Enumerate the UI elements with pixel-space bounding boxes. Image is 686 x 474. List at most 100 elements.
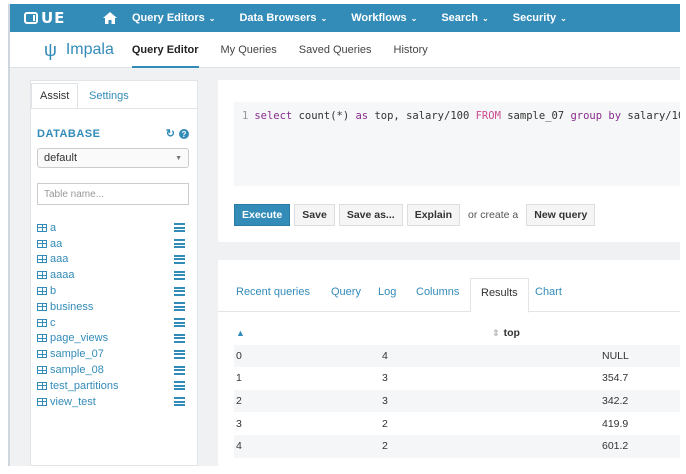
- database-selected-value: default: [44, 152, 78, 164]
- execute-button[interactable]: Execute: [234, 204, 291, 226]
- list-item[interactable]: page_views: [37, 331, 189, 347]
- nav-security[interactable]: Security ⌄: [513, 12, 567, 24]
- table-name[interactable]: sample_07: [50, 348, 104, 360]
- nav-label: Security: [512, 12, 557, 24]
- table-search-input[interactable]: [37, 183, 189, 205]
- cell: 3: [236, 417, 242, 430]
- list-columns-icon[interactable]: [174, 270, 185, 280]
- tab-settings[interactable]: Settings: [81, 83, 137, 109]
- table-row: 3 2 419.9: [234, 412, 680, 435]
- tab-query-editor[interactable]: Query Editor: [131, 32, 199, 68]
- explain-button[interactable]: Explain: [406, 204, 461, 226]
- hue-logo[interactable]: UE: [24, 9, 82, 27]
- tab-log[interactable]: Log: [378, 286, 396, 298]
- table-icon: [37, 397, 47, 406]
- table-name[interactable]: aaa: [50, 253, 68, 265]
- logo-text: UE: [41, 9, 66, 27]
- nav-label: Data Browsers: [239, 12, 317, 24]
- list-item[interactable]: sample_08: [37, 362, 189, 378]
- or-create-text: or create a: [468, 209, 519, 221]
- sort-icon: ⇕: [492, 328, 500, 339]
- list-columns-icon[interactable]: [174, 239, 185, 249]
- tab-columns[interactable]: Columns: [416, 286, 459, 298]
- list-columns-icon[interactable]: [174, 254, 185, 264]
- sql-keyword: group: [570, 110, 603, 122]
- tab-recent-queries[interactable]: Recent queries: [236, 286, 310, 298]
- editor-toolbar: Execute Save Save as... Explain or creat…: [234, 204, 596, 226]
- table-icon: [37, 302, 47, 311]
- list-item[interactable]: a: [37, 220, 189, 236]
- sql-keyword: select: [254, 110, 293, 122]
- results-panel: Recent queries Query Log Columns Results…: [218, 260, 680, 466]
- cell: 3: [382, 395, 388, 408]
- list-columns-icon[interactable]: [174, 318, 185, 328]
- table-name[interactable]: a: [50, 222, 56, 234]
- list-columns-icon[interactable]: [174, 333, 185, 343]
- table-name[interactable]: b: [50, 285, 56, 297]
- help-icon[interactable]: ?: [179, 129, 189, 139]
- table-name[interactable]: sample_08: [50, 364, 104, 376]
- save-as-button[interactable]: Save as...: [338, 204, 403, 226]
- nav-query-editors[interactable]: Query Editors ⌄: [132, 12, 215, 24]
- cell: 2: [382, 440, 388, 453]
- list-item[interactable]: c: [37, 315, 189, 331]
- list-item[interactable]: business: [37, 299, 189, 315]
- cell: 419.9: [602, 417, 629, 430]
- save-button[interactable]: Save: [294, 204, 335, 226]
- list-item[interactable]: test_partitions: [37, 378, 189, 394]
- tab-results[interactable]: Results: [470, 278, 529, 313]
- table-name[interactable]: view_test: [50, 396, 96, 408]
- new-query-button[interactable]: New query: [526, 204, 596, 226]
- cell: 2: [382, 417, 388, 430]
- database-select[interactable]: default ▼: [37, 148, 189, 168]
- nav-workflows[interactable]: Workflows ⌄: [351, 12, 417, 24]
- table-icon: [37, 271, 47, 280]
- tab-chart[interactable]: Chart: [535, 286, 562, 298]
- sql-text: count(*): [292, 110, 356, 122]
- app-bar: ψ Impala Query Editor My Queries Saved Q…: [10, 32, 680, 68]
- cell: 4: [236, 440, 242, 453]
- home-icon[interactable]: [102, 11, 118, 25]
- table-name[interactable]: page_views: [50, 332, 108, 344]
- table-icon: [37, 334, 47, 343]
- list-columns-icon[interactable]: [174, 397, 185, 407]
- column-header[interactable]: [600, 322, 680, 345]
- cell: NULL: [602, 349, 629, 362]
- table-name[interactable]: aa: [50, 238, 62, 250]
- tab-history[interactable]: History: [394, 32, 428, 68]
- list-item[interactable]: view_test: [37, 394, 189, 410]
- list-item[interactable]: sample_07: [37, 346, 189, 362]
- editor-panel: 1 select count(*) as top, salary/100 FROM…: [218, 80, 680, 242]
- cell: 2: [236, 395, 242, 408]
- app-title[interactable]: ψ Impala: [44, 41, 114, 59]
- tab-query[interactable]: Query: [331, 286, 361, 298]
- row-index-header[interactable]: ▲: [234, 322, 380, 345]
- cell: 3: [382, 372, 388, 385]
- table-name[interactable]: c: [50, 317, 56, 329]
- list-columns-icon[interactable]: [174, 365, 185, 375]
- table-name[interactable]: test_partitions: [50, 380, 118, 392]
- table-name[interactable]: business: [50, 301, 93, 313]
- nav-data-browsers[interactable]: Data Browsers ⌄: [239, 12, 327, 24]
- list-item[interactable]: b: [37, 283, 189, 299]
- table-name[interactable]: aaaa: [50, 269, 74, 281]
- list-columns-icon[interactable]: [174, 286, 185, 296]
- cell: 354.7: [602, 372, 629, 385]
- table-icon: [37, 381, 47, 390]
- list-item[interactable]: aaa: [37, 252, 189, 268]
- assist-tabs: Assist Settings: [31, 81, 197, 109]
- nav-search[interactable]: Search ⌄: [441, 12, 488, 24]
- database-heading: DATABASE: [37, 128, 101, 140]
- refresh-icon[interactable]: ↻: [166, 127, 175, 140]
- list-item[interactable]: aaaa: [37, 267, 189, 283]
- list-columns-icon[interactable]: [174, 381, 185, 391]
- tab-my-queries[interactable]: My Queries: [221, 32, 277, 68]
- column-header-top[interactable]: ⇕ top: [380, 322, 600, 345]
- tab-assist[interactable]: Assist: [31, 83, 79, 109]
- sql-editor[interactable]: 1 select count(*) as top, salary/100 FROM…: [234, 102, 680, 186]
- list-columns-icon[interactable]: [174, 349, 185, 359]
- tab-saved-queries[interactable]: Saved Queries: [299, 32, 372, 68]
- list-item[interactable]: aa: [37, 236, 189, 252]
- list-columns-icon[interactable]: [174, 223, 185, 233]
- list-columns-icon[interactable]: [174, 302, 185, 312]
